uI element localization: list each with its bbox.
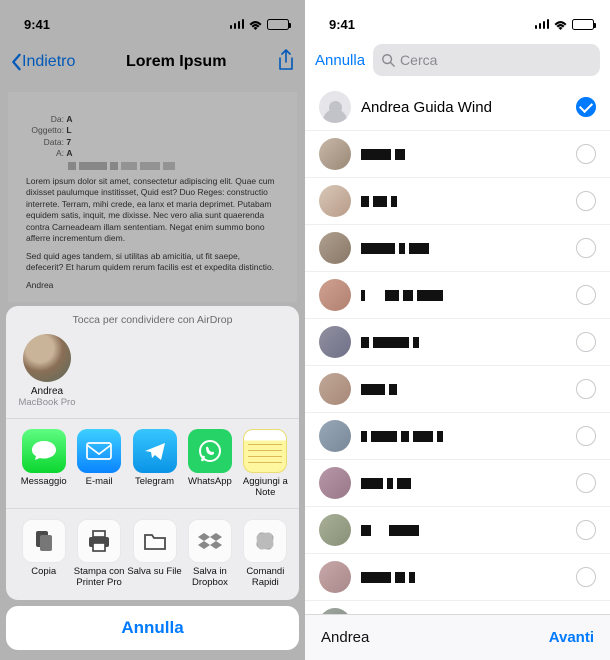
action-print[interactable]: Stampa con Printer Pro: [71, 519, 126, 588]
redacted-name: [361, 196, 566, 207]
contact-row[interactable]: [305, 460, 610, 507]
contact-name: Andrea Guida Wind: [361, 99, 566, 116]
contact-row[interactable]: Andrea Guida Wind: [305, 84, 610, 131]
status-time: 9:41: [329, 17, 355, 32]
airdrop-title: Tocca per condividere con AirDrop: [6, 306, 299, 330]
selection-radio[interactable]: [576, 426, 596, 446]
avatar: [319, 467, 351, 499]
selection-radio[interactable]: [576, 285, 596, 305]
battery-icon: [572, 19, 594, 30]
telegram-icon: [133, 429, 177, 473]
avatar: [319, 232, 351, 264]
avatar: [319, 514, 351, 546]
selection-radio[interactable]: [576, 144, 596, 164]
redacted-name: [361, 243, 566, 254]
selection-radio[interactable]: [576, 473, 596, 493]
picker-nav: Annulla Cerca: [305, 40, 610, 84]
notes-icon: [243, 429, 287, 473]
avatar: [23, 334, 71, 382]
redacted-name: [361, 431, 566, 442]
messages-icon: [22, 429, 66, 473]
redacted-name: [361, 384, 566, 395]
selection-radio[interactable]: [576, 567, 596, 587]
shortcuts-icon: [243, 519, 287, 563]
avatar: [319, 91, 351, 123]
redacted-name: [361, 149, 566, 160]
search-field[interactable]: Cerca: [373, 44, 600, 76]
cancel-button[interactable]: Annulla: [6, 606, 299, 650]
redacted-name: [361, 290, 566, 301]
cancel-button[interactable]: Annulla: [315, 52, 365, 69]
copy-icon: [22, 519, 66, 563]
avatar: [319, 138, 351, 170]
share-sheet: Tocca per condividere con AirDrop Andrea…: [0, 306, 305, 660]
dropbox-icon: [188, 519, 232, 563]
redacted-name: [361, 337, 566, 348]
status-bar: 9:41: [305, 0, 610, 40]
contact-list[interactable]: Andrea Guida Wind: [305, 84, 610, 614]
whatsapp-icon: [188, 429, 232, 473]
action-dropbox[interactable]: Salva in Dropbox: [182, 519, 237, 588]
search-icon: [381, 53, 395, 67]
airdrop-target[interactable]: Andrea MacBook Pro: [16, 334, 78, 408]
selection-radio[interactable]: [576, 191, 596, 211]
redacted-name: [361, 525, 566, 536]
contact-row[interactable]: [305, 319, 610, 366]
share-app-notes[interactable]: Aggiungi a Note: [238, 429, 293, 498]
redacted-name: [361, 478, 566, 489]
avatar: [319, 279, 351, 311]
contact-row[interactable]: [305, 413, 610, 460]
contact-row[interactable]: [305, 131, 610, 178]
selection-radio[interactable]: [576, 238, 596, 258]
avatar: [319, 373, 351, 405]
folder-icon: [133, 519, 177, 563]
picker-toolbar: Andrea Avanti: [305, 614, 610, 660]
share-app-telegram[interactable]: Telegram: [127, 429, 182, 498]
action-shortcuts[interactable]: Comandi Rapidi: [238, 519, 293, 588]
action-copy[interactable]: Copia: [16, 519, 71, 588]
contact-row[interactable]: [305, 601, 610, 614]
contact-row[interactable]: [305, 178, 610, 225]
mail-icon: [77, 429, 121, 473]
next-button[interactable]: Avanti: [549, 629, 594, 646]
phone-left: 9:41 Indietro Lorem Ipsum Da: A Oggetto:…: [0, 0, 305, 660]
contact-row[interactable]: [305, 507, 610, 554]
contact-row[interactable]: [305, 554, 610, 601]
share-app-whatsapp[interactable]: WhatsApp: [182, 429, 237, 498]
selection-radio[interactable]: [576, 379, 596, 399]
selection-radio[interactable]: [576, 520, 596, 540]
selection-checked-icon[interactable]: [576, 97, 596, 117]
redacted-name: [361, 572, 566, 583]
share-app-mail[interactable]: E-mail: [71, 429, 126, 498]
wifi-icon: [553, 19, 568, 30]
contact-row[interactable]: [305, 225, 610, 272]
phone-right: 9:41 Annulla Cerca Andrea Guida Wind: [305, 0, 610, 660]
action-save-files[interactable]: Salva su File: [127, 519, 182, 588]
search-placeholder: Cerca: [400, 52, 437, 68]
signal-icon: [535, 19, 550, 29]
contact-row[interactable]: [305, 366, 610, 413]
contact-row[interactable]: [305, 272, 610, 319]
selection-summary: Andrea: [321, 629, 369, 646]
selection-radio[interactable]: [576, 332, 596, 352]
share-app-messages[interactable]: Messaggio: [16, 429, 71, 498]
printer-icon: [77, 519, 121, 563]
avatar: [319, 420, 351, 452]
avatar: [319, 185, 351, 217]
avatar: [319, 561, 351, 593]
avatar: [319, 326, 351, 358]
status-indicators: [535, 19, 595, 30]
